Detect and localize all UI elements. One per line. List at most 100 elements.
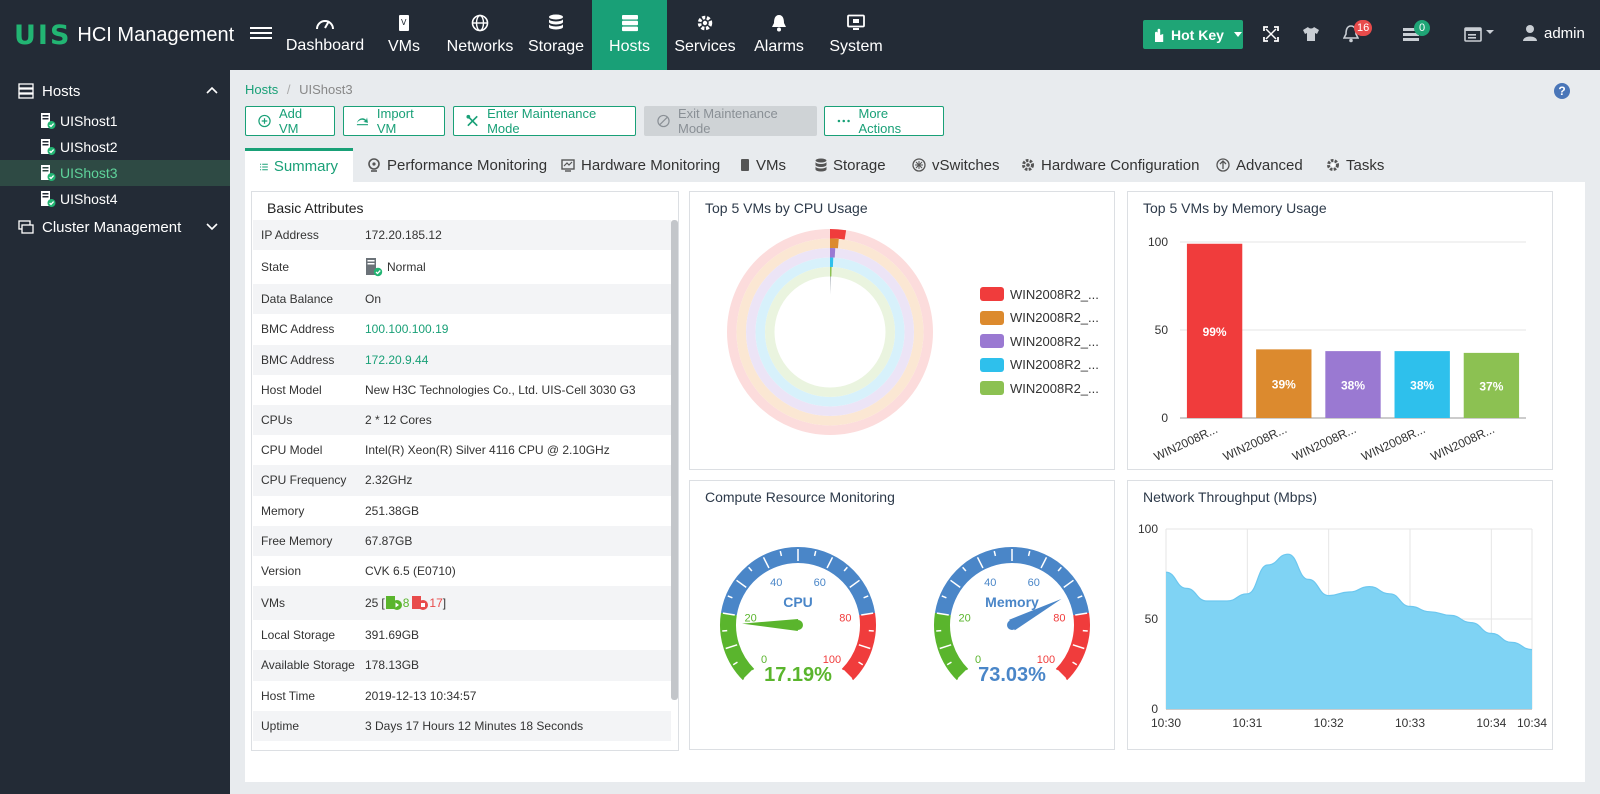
breadcrumb-hosts-link[interactable]: Hosts: [245, 82, 278, 97]
nav-storage[interactable]: Storage: [527, 0, 585, 70]
tab-performance-monitoring[interactable]: Performance Monitoring: [367, 148, 547, 182]
x-tick-label: WIN2008R...: [1221, 422, 1289, 464]
tab-storage[interactable]: Storage: [815, 148, 886, 182]
help-icon[interactable]: ?: [1554, 83, 1570, 99]
nav-hosts[interactable]: Hosts: [592, 0, 667, 77]
exit-maintenance-mode-button[interactable]: Exit Maintenance Mode: [644, 106, 817, 136]
nav-services[interactable]: Services: [674, 0, 736, 70]
attribute-row: CPU Model Intel(R) Xeon(R) Silver 4116 CP…: [253, 435, 671, 465]
attribute-value: Intel(R) Xeon(R) Silver 4116 CPU @ 2.10G…: [365, 443, 610, 458]
legend-item[interactable]: WIN2008R2_...: [980, 310, 1110, 326]
nav-dashboard[interactable]: Dashboard: [286, 0, 364, 70]
sidebar-cluster-header[interactable]: Cluster Management: [0, 210, 230, 244]
sidebar-item-label: UIShost2: [60, 139, 118, 155]
attribute-row: BMC Address 172.20.9.44: [253, 344, 671, 375]
y-tick-label: 0: [1161, 411, 1168, 425]
breadcrumb-current: UIShost3: [299, 82, 353, 97]
tab-vms[interactable]: VMs: [740, 148, 786, 182]
tab-hardware-configuration[interactable]: Hardware Configuration: [1021, 148, 1199, 182]
host-normal-icon: [41, 165, 56, 181]
attribute-key: Available Storage: [261, 658, 355, 673]
tab-summary[interactable]: Summary: [245, 148, 353, 182]
skin-icon[interactable]: [1301, 24, 1321, 44]
cpu-ring-segment: [829, 229, 847, 240]
x-tick-label: WIN2008R...: [1359, 422, 1427, 464]
attribute-row: Data Balance On: [253, 284, 671, 315]
x-tick-label: 10:34: [1476, 716, 1506, 730]
x-tick-label: WIN2008R...: [1152, 422, 1220, 464]
import-vm-button[interactable]: Import VM: [343, 106, 445, 136]
sidebar: Hosts UIShost1 UIShost2 UIShost3 UIShost…: [0, 70, 230, 794]
tab-hardware-monitoring[interactable]: Hardware Monitoring: [561, 148, 720, 182]
attribute-key: Memory: [261, 503, 305, 518]
tasks-icon[interactable]: 0: [1401, 20, 1430, 44]
tab-label: vSwitches: [932, 156, 1000, 174]
legend-swatch: [980, 287, 1004, 301]
more-actions-button[interactable]: More Actions: [824, 106, 944, 136]
user-menu[interactable]: admin: [1522, 24, 1585, 42]
nav-networks[interactable]: Networks: [444, 0, 516, 70]
vm-icon: [741, 159, 749, 171]
window-menu-icon[interactable]: [1462, 24, 1498, 44]
gear-icon: [1022, 159, 1034, 171]
add-vm-button[interactable]: Add VM: [245, 106, 335, 136]
nav-label: Hosts: [609, 38, 650, 55]
legend-item[interactable]: WIN2008R2_...: [980, 333, 1110, 349]
gear-icon: [697, 15, 713, 31]
legend-item[interactable]: WIN2008R2_...: [980, 380, 1110, 396]
button-label: Add VM: [279, 106, 303, 136]
tab-label: Tasks: [1346, 156, 1385, 174]
menu-toggle-icon[interactable]: [250, 24, 272, 44]
basic-attributes-panel: Basic Attributes IP Address 172.20.185.12…: [251, 191, 679, 751]
dashboard-icon: [316, 20, 334, 30]
nav-label: Networks: [446, 38, 514, 55]
attribute-row: Local Storage 391.69GB: [253, 620, 671, 650]
enter-maintenance-mode-button[interactable]: Enter Maintenance Mode: [453, 106, 636, 136]
sidebar-hosts-header[interactable]: Hosts: [0, 74, 230, 108]
vm-stopped-count: 17: [429, 596, 443, 611]
panel-title: Compute Resource Monitoring: [705, 489, 895, 505]
host-normal-icon: [366, 258, 383, 277]
logo[interactable]: UIS HCI Management: [14, 20, 234, 51]
summary-content: Basic Attributes IP Address 172.20.185.12…: [245, 182, 1585, 782]
memory-bar-chart: 0 50 100 99% WIN2008R... 39% WIN2008R... 38% WIN…: [1148, 235, 1526, 464]
chevron-up-icon: [206, 86, 218, 94]
attribute-key: Local Storage: [261, 628, 336, 643]
attribute-key: Host Model: [261, 382, 322, 397]
attribute-value[interactable]: 100.100.100.19: [365, 322, 448, 336]
vm-total: 25: [365, 596, 379, 611]
gauge-title: Memory: [985, 594, 1039, 610]
gauge-value: 17.19%: [764, 664, 832, 686]
sidebar-item-uishost4[interactable]: UIShost4: [0, 186, 230, 212]
legend-item[interactable]: WIN2008R2_...: [980, 286, 1110, 302]
gauge-scale-label: 80: [1053, 612, 1065, 624]
y-tick-label: 50: [1155, 323, 1169, 337]
gauge-scale-label: 20: [958, 612, 970, 624]
throughput-area: [1166, 554, 1532, 709]
notification-bell-icon[interactable]: 16: [1341, 20, 1373, 44]
attribute-value: 391.69GB: [365, 628, 420, 643]
panel-title: Top 5 VMs by Memory Usage: [1143, 200, 1327, 216]
fullscreen-icon[interactable]: [1261, 24, 1281, 44]
attribute-value[interactable]: 172.20.9.44: [365, 353, 428, 367]
gauge-hub: [1007, 620, 1017, 630]
panel-title: Basic Attributes: [267, 200, 364, 216]
scrollbar[interactable]: [671, 220, 678, 700]
tab-tasks[interactable]: Tasks: [1326, 148, 1384, 182]
attribute-row: Memory 251.38GB: [253, 496, 671, 526]
attribute-row: BMC Address 100.100.100.19: [253, 314, 671, 344]
nav-label: Dashboard: [285, 37, 365, 54]
nav-alarms[interactable]: Alarms: [752, 0, 806, 70]
tab-vswitches[interactable]: vSwitches: [912, 148, 1000, 182]
sidebar-item-uishost1[interactable]: UIShost1: [0, 108, 230, 134]
hotkey-button[interactable]: Hot Key: [1143, 20, 1243, 49]
legend-item[interactable]: WIN2008R2_...: [980, 357, 1110, 373]
sidebar-item-uishost2[interactable]: UIShost2: [0, 134, 230, 160]
nav-system[interactable]: System: [826, 0, 886, 70]
sidebar-item-uishost3[interactable]: UIShost3: [0, 160, 230, 186]
attribute-row: Host Time 2019-12-13 10:34:57: [253, 681, 671, 711]
tab-advanced[interactable]: Advanced: [1216, 148, 1303, 182]
legend-swatch: [980, 357, 1004, 372]
cluster-icon: [18, 220, 34, 234]
nav-vms[interactable]: V VMs: [378, 0, 430, 70]
